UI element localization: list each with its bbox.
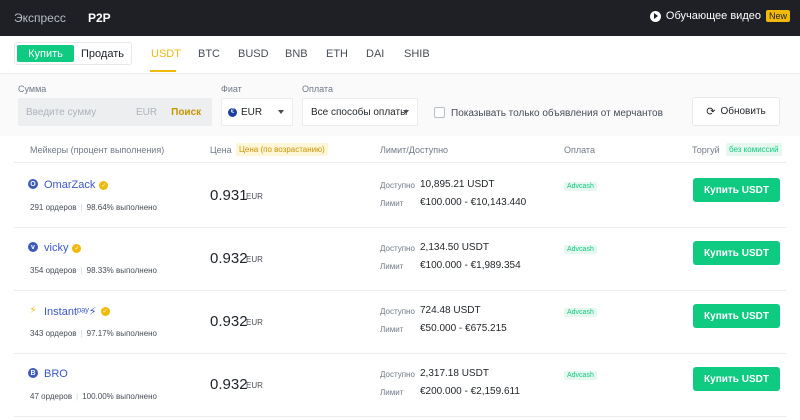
chevron-down-icon (278, 110, 284, 114)
price-value: 0.931 (210, 187, 248, 204)
payment-value: Все способы оплаты (311, 106, 408, 118)
euro-icon: € (228, 107, 237, 117)
limit-key: Лимит (380, 388, 404, 397)
limit-key: Лимит (380, 262, 404, 271)
available-key: Доступно (380, 307, 415, 316)
verified-icon: ✓ (99, 180, 109, 190)
verified-icon: ✓ (72, 243, 82, 253)
payment-select[interactable]: Все способы оплаты (302, 98, 418, 126)
header-divider (14, 162, 786, 163)
price-value: 0.932 (210, 250, 248, 267)
price-currency: EUR (246, 381, 263, 390)
fiat-label: Фиат (221, 84, 242, 94)
refresh-label: Обновить (720, 106, 766, 117)
refresh-button[interactable]: ⟳ Обновить (692, 97, 780, 126)
merchant-stats: 47 ордеров | 100.00% выполнено (30, 392, 157, 401)
payment-label: Оплата (302, 84, 333, 94)
merchant-name[interactable]: OmarZack ✓ (44, 179, 109, 191)
coin-tab-bnb[interactable]: BNB (285, 48, 308, 60)
tutorial-video-label: Обучающее видео (665, 10, 761, 22)
lightning-icon: ⚡ (29, 304, 37, 316)
limit-value: €100.000 - €10,143.440 (420, 197, 527, 208)
payment-method-tag: Advcash (564, 308, 597, 317)
price-value: 0.932 (210, 376, 248, 393)
filter-panel: Сумма Введите сумму EUR Поиск Фиат € EUR… (0, 74, 800, 136)
tab-express[interactable]: Экспресс (14, 11, 66, 25)
coin-tab-busd[interactable]: BUSD (238, 48, 269, 60)
available-value: 10,895.21 USDT (420, 179, 495, 190)
merchant-name[interactable]: BRO (44, 368, 68, 380)
price-currency: EUR (246, 255, 263, 264)
table-row: O OmarZack ✓ 291 ордеров | 98.64% выполнено… (14, 165, 786, 228)
fiat-value: EUR (241, 106, 263, 118)
available-value: 724.48 USDT (420, 305, 481, 316)
play-icon (649, 10, 661, 22)
search-button[interactable]: Поиск (171, 107, 201, 118)
limit-key: Лимит (380, 325, 404, 334)
coin-tab-eth[interactable]: ETH (326, 48, 348, 60)
buy-usdt-button[interactable]: Купить USDT (693, 367, 780, 391)
table-row: B BRO 47 ордеров | 100.00% выполнено 0.932… (14, 354, 786, 417)
price-sort-badge[interactable]: Цена (по возрастанию) (236, 143, 328, 156)
amount-label: Сумма (18, 84, 47, 94)
buy-usdt-button[interactable]: Купить USDT (693, 304, 780, 328)
price-currency: EUR (246, 318, 263, 327)
merchant-stats: 291 ордеров | 98.64% выполнено (30, 203, 158, 212)
price-value: 0.932 (210, 313, 248, 330)
merchants-only-checkbox[interactable] (434, 107, 445, 118)
no-fee-badge: без комиссий (726, 143, 782, 156)
merchant-stats: 354 ордеров | 98.33% выполнено (30, 266, 158, 275)
avatar: v (28, 242, 38, 252)
trade-bar: Купить Продать USDT BTC BUSD BNB ETH DAI… (0, 36, 800, 74)
table-row: ⚡ Instantᵖᵃʸ⚡ ✓ 343 ордеров | 97.17% выполн… (14, 291, 786, 354)
active-coin-underline (150, 70, 176, 72)
verified-icon: ✓ (100, 307, 110, 316)
limit-value: €100.000 - €1,989.354 (420, 260, 521, 271)
chevron-down-icon (403, 110, 409, 114)
tutorial-video-link[interactable]: Обучающее видео New (649, 10, 790, 22)
payment-method-tag: Advcash (564, 182, 597, 191)
merchant-name[interactable]: Instantᵖᵃʸ⚡ ✓ (44, 305, 110, 318)
payment-method-tag: Advcash (564, 371, 597, 380)
coin-tab-shib[interactable]: SHIB (404, 48, 430, 60)
limit-key: Лимит (380, 199, 404, 208)
avatar: O (28, 179, 38, 189)
new-badge: New (765, 10, 790, 22)
buy-sell-toggle: Купить Продать (14, 42, 132, 65)
table-row: v vicky ✓ 354 ордеров | 98.33% выполнено 0.… (14, 228, 786, 291)
buy-usdt-button[interactable]: Купить USDT (693, 178, 780, 202)
avatar: B (28, 368, 38, 378)
limit-value: €50.000 - €675.215 (420, 323, 507, 334)
header-payment: Оплата (564, 145, 595, 155)
tab-p2p[interactable]: P2P (88, 11, 111, 25)
merchants-only-label: Показывать только объявления от мерчанто… (451, 108, 663, 119)
amount-currency: EUR (136, 106, 158, 118)
available-key: Доступно (380, 244, 415, 253)
buy-usdt-button[interactable]: Купить USDT (693, 241, 780, 265)
merchant-name[interactable]: vicky ✓ (44, 242, 82, 254)
merchant-stats: 343 ордеров | 97.17% выполнено (30, 329, 158, 338)
amount-input[interactable]: Введите сумму EUR Поиск (18, 98, 212, 126)
buy-tab[interactable]: Купить (17, 45, 74, 62)
available-key: Доступно (380, 370, 415, 379)
header-price: Цена (210, 145, 232, 155)
sell-tab[interactable]: Продать (74, 43, 131, 64)
amount-placeholder: Введите сумму (26, 106, 97, 118)
available-key: Доступно (380, 181, 415, 190)
header-merchant: Мейкеры (процент выполнения) (30, 145, 165, 155)
coin-tab-usdt[interactable]: USDT (151, 48, 181, 60)
header-limit: Лимит/Доступно (380, 145, 449, 155)
payment-method-tag: Advcash (564, 245, 597, 254)
header-trade: Торгуй (692, 145, 720, 155)
fiat-select[interactable]: € EUR (221, 98, 293, 126)
coin-tab-dai[interactable]: DAI (366, 48, 384, 60)
available-value: 2,134.50 USDT (420, 242, 489, 253)
coin-tab-btc[interactable]: BTC (198, 48, 220, 60)
limit-value: €200.000 - €2,159.611 (420, 386, 520, 397)
top-navigation-bar: Экспресс P2P Обучающее видео New (0, 0, 800, 36)
available-value: 2,317.18 USDT (420, 368, 489, 379)
refresh-icon: ⟳ (706, 106, 716, 118)
price-currency: EUR (246, 192, 263, 201)
